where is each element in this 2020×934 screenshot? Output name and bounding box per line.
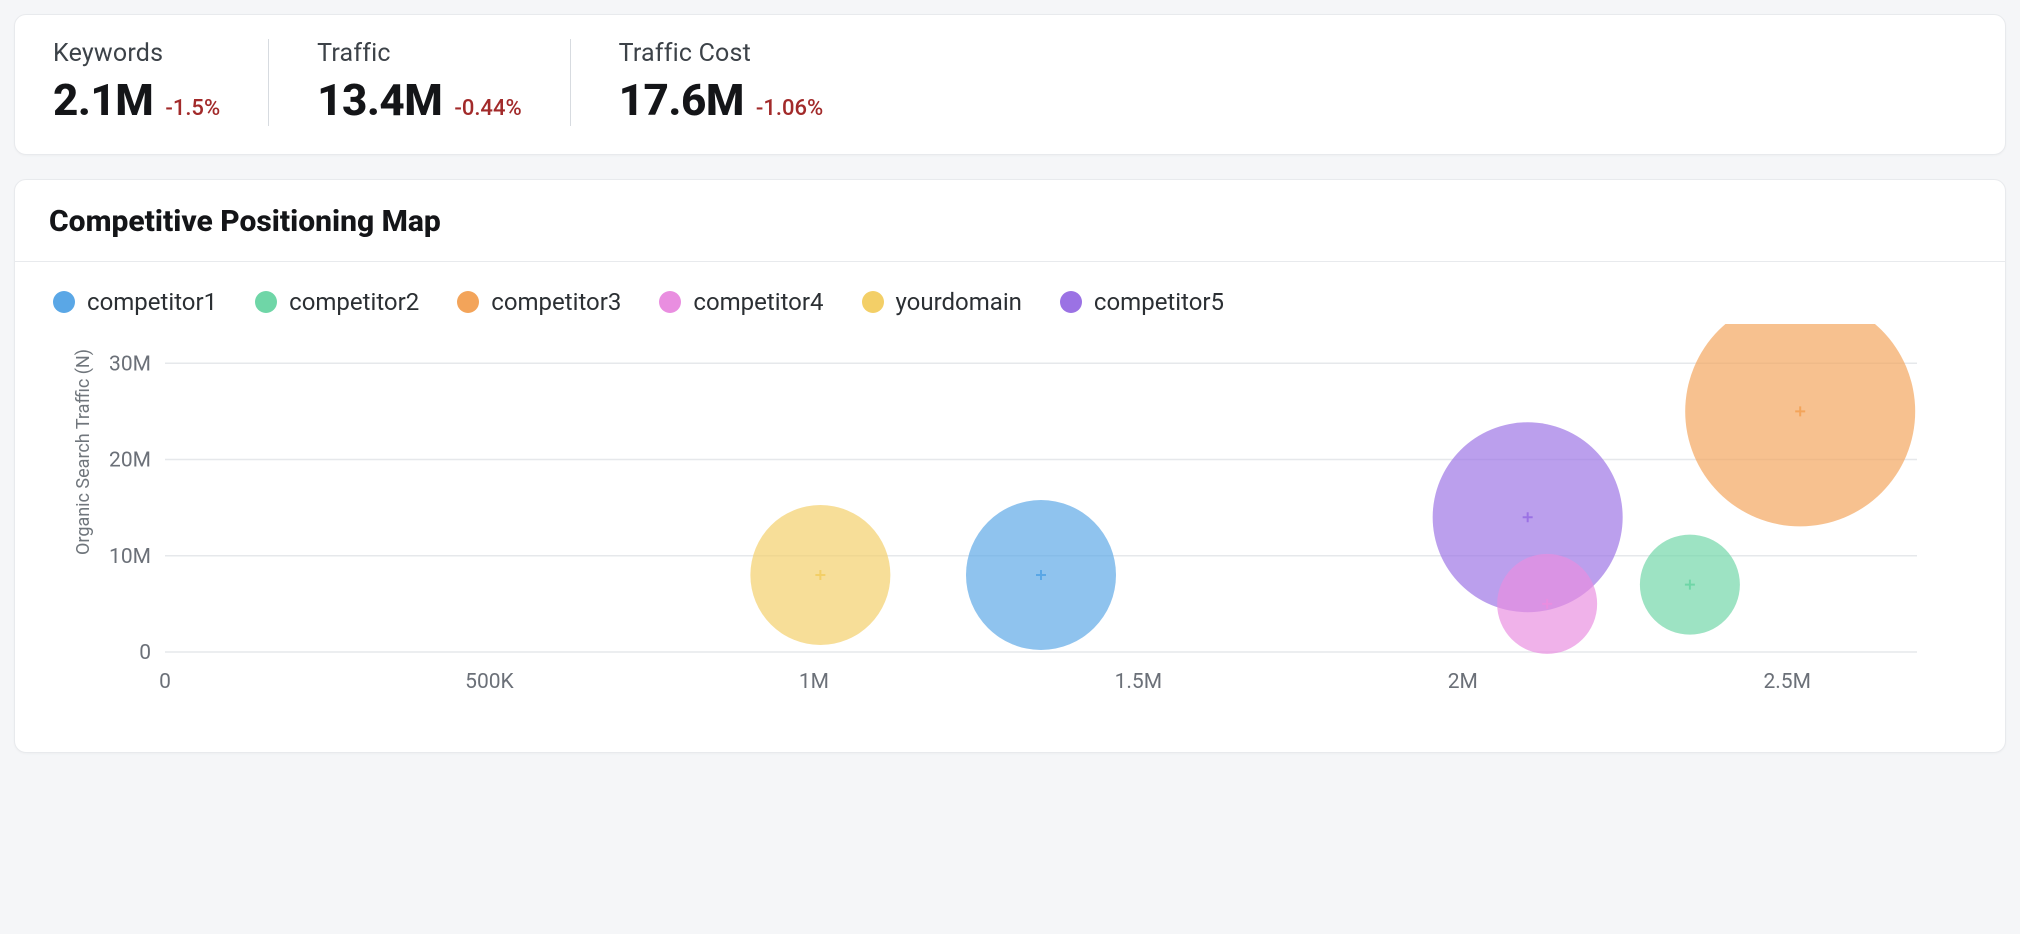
bubble-competitor1[interactable] xyxy=(966,500,1116,650)
bubble-competitor2[interactable] xyxy=(1640,535,1740,635)
legend-label: competitor1 xyxy=(87,288,217,316)
legend-dot-icon xyxy=(862,291,884,313)
metric-label: Keywords xyxy=(53,39,220,68)
legend-label: competitor5 xyxy=(1094,288,1224,316)
legend-item-competitor4[interactable]: competitor4 xyxy=(659,288,823,316)
y-tick-label: 30M xyxy=(109,352,151,376)
bubble-yourdomain[interactable] xyxy=(750,505,890,645)
metrics-card: Keywords 2.1M -1.5% Traffic 13.4M -0.44%… xyxy=(14,14,2006,155)
legend-item-yourdomain[interactable]: yourdomain xyxy=(862,288,1022,316)
legend-label: competitor2 xyxy=(289,288,419,316)
metric-label: Traffic xyxy=(317,39,522,68)
metric-keywords: Keywords 2.1M -1.5% xyxy=(53,39,268,126)
bubble-competitor3[interactable] xyxy=(1685,324,1915,526)
bubble-competitor4[interactable] xyxy=(1497,554,1597,654)
legend-item-competitor1[interactable]: competitor1 xyxy=(53,288,217,316)
metric-label: Traffic Cost xyxy=(619,39,824,68)
legend-dot-icon xyxy=(659,291,681,313)
metric-value: 2.1M xyxy=(53,74,153,126)
chart-legend: competitor1 competitor2 competitor3 competi… xyxy=(15,262,2005,324)
legend-label: yourdomain xyxy=(896,288,1022,316)
x-tick-label: 2M xyxy=(1448,670,1478,694)
metric-delta: -1.06% xyxy=(756,96,823,121)
y-axis-label: Organic Search Traffic (N) xyxy=(73,349,94,555)
metric-traffic: Traffic 13.4M -0.44% xyxy=(268,39,570,126)
legend-dot-icon xyxy=(255,291,277,313)
legend-dot-icon xyxy=(457,291,479,313)
legend-label: competitor3 xyxy=(491,288,621,316)
x-tick-label: 1M xyxy=(799,670,829,694)
x-tick-label: 2.5M xyxy=(1763,670,1810,694)
legend-label: competitor4 xyxy=(693,288,823,316)
x-tick-label: 0 xyxy=(159,670,171,694)
legend-item-competitor2[interactable]: competitor2 xyxy=(255,288,419,316)
metric-value: 17.6M xyxy=(619,74,744,126)
metric-delta: -1.5% xyxy=(165,96,220,121)
legend-dot-icon xyxy=(53,291,75,313)
y-tick-label: 0 xyxy=(139,641,151,665)
chart-title: Competitive Positioning Map xyxy=(15,180,2005,262)
metric-delta: -0.44% xyxy=(454,96,521,121)
legend-dot-icon xyxy=(1060,291,1082,313)
metric-value: 13.4M xyxy=(317,74,442,126)
chart-card: Competitive Positioning Map competitor1c… xyxy=(14,179,2006,753)
x-tick-label: 1.5M xyxy=(1115,670,1162,694)
bubble-chart: 0 10M 20M 30M 0 500K 1M 1.5M 2M 2.5M xyxy=(77,324,1957,704)
x-tick-label: 500K xyxy=(465,670,514,694)
y-tick-label: 20M xyxy=(109,449,151,473)
legend-item-competitor5[interactable]: competitor5 xyxy=(1060,288,1224,316)
y-tick-label: 10M xyxy=(109,545,151,569)
legend-item-competitor3[interactable]: competitor3 xyxy=(457,288,621,316)
metric-traffic-cost: Traffic Cost 17.6M -1.06% xyxy=(570,39,872,126)
